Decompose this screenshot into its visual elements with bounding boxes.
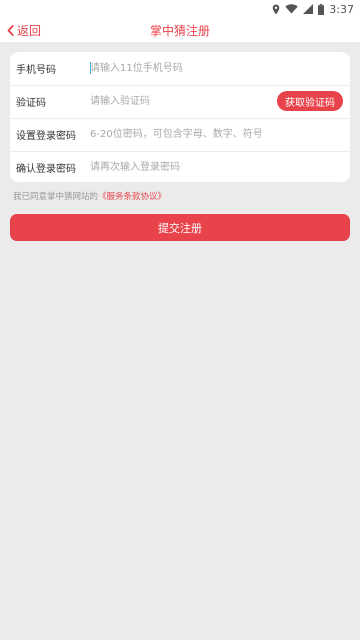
terms-link[interactable]: 《服务条款协议》 [98, 192, 166, 202]
phone-input[interactable] [90, 59, 270, 77]
submit-button[interactable]: 提交注册 [10, 214, 350, 241]
status-bar: 3:37 [0, 0, 360, 18]
password-input[interactable] [90, 125, 340, 143]
divider [10, 151, 350, 152]
wifi-icon [285, 4, 298, 14]
code-label: 验证码 [16, 98, 46, 109]
confirm-password-row: 确认登录密码 [10, 151, 350, 183]
status-icons: 3:37 [272, 2, 354, 16]
signal-icon [303, 4, 314, 14]
code-input[interactable] [90, 92, 270, 110]
agreement-text: 我已同意掌中猜网站的《服务条款协议》 [13, 190, 166, 202]
get-code-button[interactable]: 获取验证码 [277, 91, 343, 111]
password-row: 设置登录密码 [10, 118, 350, 150]
code-row: 验证码 获取验证码 [10, 85, 350, 117]
confirm-password-input[interactable] [90, 158, 270, 176]
registration-form: 手机号码 验证码 获取验证码 设置登录密码 确认登录密码 [10, 52, 350, 182]
password-label: 设置登录密码 [16, 131, 76, 142]
page-title: 掌中猜注册 [149, 24, 210, 38]
status-time: 3:37 [329, 2, 354, 16]
agreement-prefix: 我已同意掌中猜网站的 [13, 192, 99, 202]
battery-icon [318, 3, 325, 15]
location-icon [272, 4, 280, 14]
navigation-bar: 返回 掌中猜注册 [0, 18, 360, 42]
confirm-password-label: 确认登录密码 [16, 164, 76, 175]
phone-row: 手机号码 [10, 52, 350, 84]
phone-label: 手机号码 [16, 65, 56, 76]
divider [10, 118, 350, 119]
divider [10, 85, 350, 86]
